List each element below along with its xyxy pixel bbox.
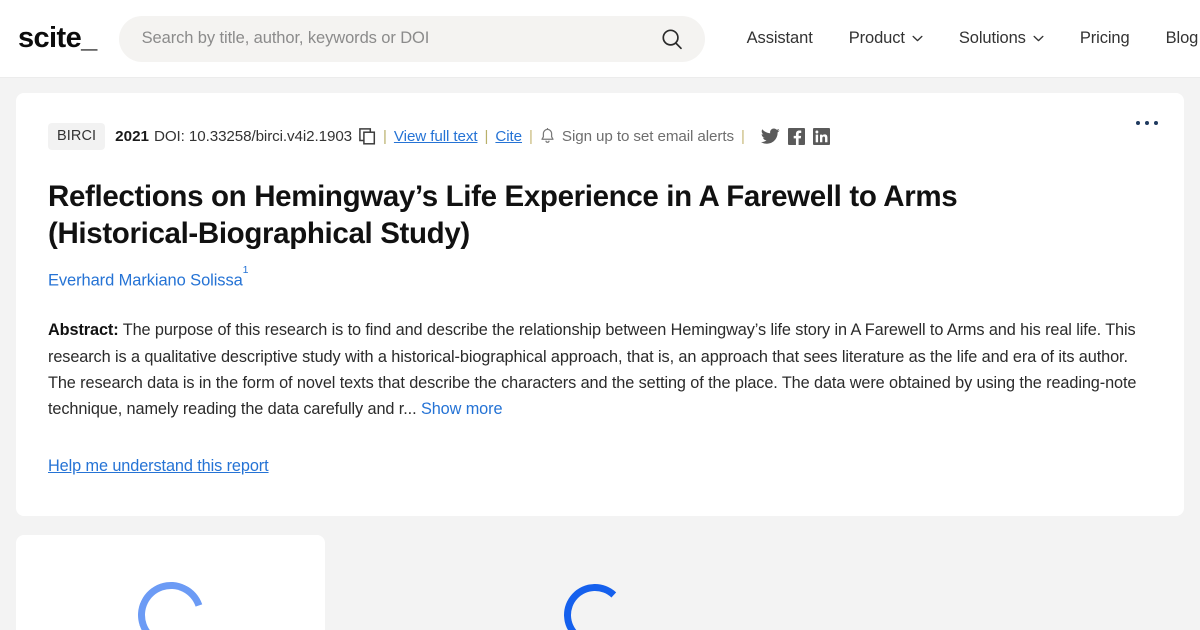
help-understand-report-link[interactable]: Help me understand this report — [48, 457, 269, 476]
copy-icon[interactable] — [359, 127, 376, 145]
social-share-group — [760, 127, 830, 145]
email-alerts-button[interactable]: Sign up to set email alerts — [540, 127, 734, 145]
nav-item-blog[interactable]: Blog — [1148, 21, 1200, 56]
nav-item-pricing[interactable]: Pricing — [1062, 21, 1148, 56]
meta-separator: | — [484, 127, 489, 145]
search-icon[interactable] — [659, 26, 685, 52]
publication-year: 2021 — [115, 127, 149, 145]
journal-badge[interactable]: BIRCI — [48, 123, 106, 150]
cite-link[interactable]: Cite — [495, 128, 522, 144]
bottom-panels — [0, 534, 1200, 630]
more-options-button[interactable] — [1132, 117, 1162, 129]
main-nav: Assistant Product Solutions Pricing Blog — [729, 21, 1200, 56]
chevron-down-icon — [912, 35, 923, 42]
publication-card: BIRCI 2021 DOI: 10.33258/birci.v4i2.1903… — [16, 93, 1184, 516]
site-header: scite_ Assistant Product Solutions — [0, 0, 1200, 78]
nav-label: Product — [848, 29, 905, 47]
author-list: Everhard Markiano Solissa1 — [48, 264, 1152, 291]
author-affiliation-marker: 1 — [242, 263, 249, 276]
search-bar[interactable] — [118, 15, 705, 62]
author-link[interactable]: Everhard Markiano Solissa — [48, 271, 243, 289]
abstract-label: Abstract: — [48, 321, 119, 340]
scite-logo[interactable]: scite_ — [18, 22, 97, 55]
kebab-dot — [1154, 121, 1158, 125]
nav-label: Pricing — [1079, 29, 1130, 47]
meta-separator: | — [740, 127, 745, 145]
nav-item-assistant[interactable]: Assistant — [729, 21, 831, 56]
nav-item-solutions[interactable]: Solutions — [941, 21, 1062, 56]
meta-separator: | — [529, 127, 533, 145]
kebab-dot — [1145, 121, 1149, 125]
nav-label: Assistant — [746, 29, 813, 47]
citations-panel — [325, 535, 1184, 630]
abstract: Abstract: The purpose of this research i… — [48, 317, 1152, 423]
email-alerts-label: Sign up to set email alerts — [561, 127, 734, 145]
meta-separator: | — [383, 127, 387, 145]
show-more-button[interactable]: Show more — [421, 400, 503, 418]
loading-spinner — [126, 570, 215, 630]
chevron-down-icon — [1033, 35, 1044, 42]
kebab-dot — [1136, 121, 1140, 125]
search-input[interactable] — [141, 29, 659, 48]
facebook-icon[interactable] — [787, 127, 805, 145]
twitter-icon[interactable] — [760, 128, 780, 145]
abstract-text: The purpose of this research is to find … — [48, 321, 1137, 419]
metrics-panel — [16, 534, 325, 630]
page-body: BIRCI 2021 DOI: 10.33258/birci.v4i2.1903… — [0, 78, 1200, 516]
view-full-text-link[interactable]: View full text — [394, 128, 478, 144]
nav-label: Solutions — [958, 29, 1026, 47]
bell-icon — [541, 127, 554, 143]
nav-item-product[interactable]: Product — [831, 21, 941, 56]
loading-spinner — [562, 582, 627, 630]
linkedin-icon[interactable] — [812, 127, 830, 145]
publication-meta: BIRCI 2021 DOI: 10.33258/birci.v4i2.1903… — [48, 123, 1152, 150]
page-title: Reflections on Hemingway’s Life Experien… — [48, 179, 958, 250]
doi-text: DOI: 10.33258/birci.v4i2.1903 — [153, 127, 353, 145]
nav-label: Blog — [1165, 29, 1199, 47]
